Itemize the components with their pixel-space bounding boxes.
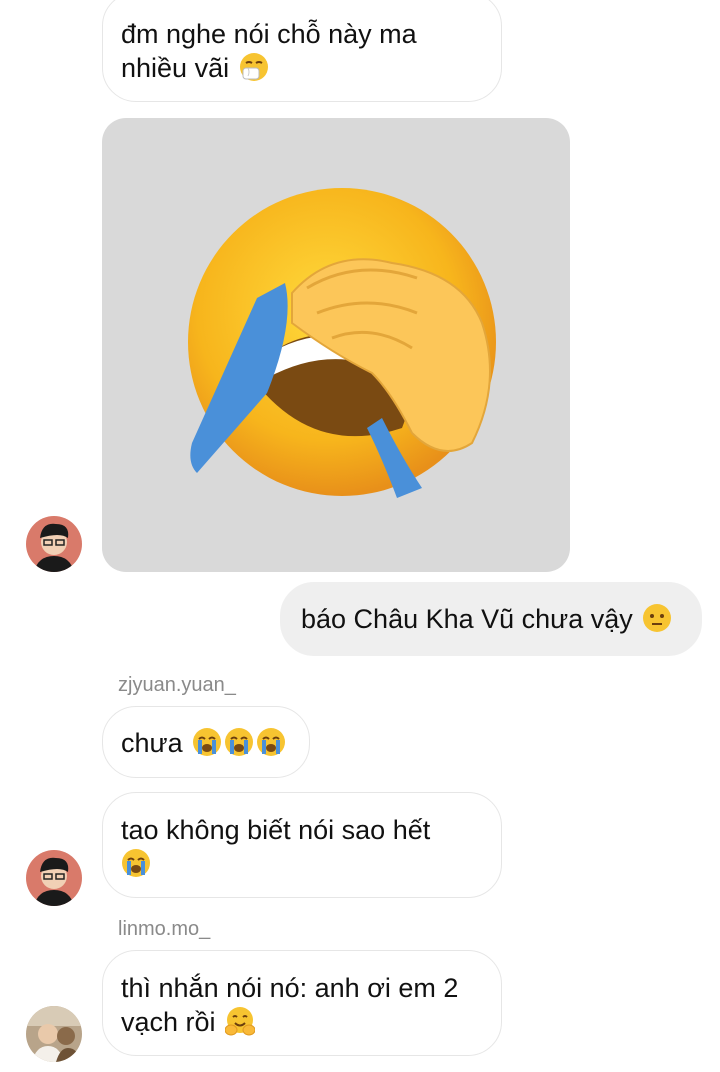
crying-face-icon xyxy=(225,728,254,756)
profile-photo-icon xyxy=(26,516,82,572)
sender-name: linmo.mo_ xyxy=(118,918,211,940)
message-text: thì nhắn nói nó: anh ơi em 2 xyxy=(121,973,459,1003)
avatar[interactable] xyxy=(26,1006,82,1062)
sneezing-face-icon xyxy=(239,53,268,81)
hugging-face-icon xyxy=(225,1007,256,1036)
message-text: tao không biết nói sao hết xyxy=(121,815,431,845)
avatar[interactable] xyxy=(26,516,82,572)
crying-face-icon xyxy=(257,728,286,756)
message-text-line xyxy=(121,847,483,881)
confused-face-icon xyxy=(643,604,672,632)
image-message[interactable] xyxy=(102,118,570,572)
sender-name: zjyuan.yuan_ xyxy=(118,674,236,696)
profile-photo-icon xyxy=(26,1006,82,1062)
message-text: nhiều vãi xyxy=(121,53,230,83)
message-text: chưa xyxy=(121,728,183,758)
message-bubble-outgoing[interactable]: báo Châu Kha Vũ chưa vậy xyxy=(280,582,702,656)
message-text: đm nghe nói chỗ này ma xyxy=(121,19,417,49)
avatar[interactable] xyxy=(26,850,82,906)
message-text: vạch rồi xyxy=(121,1007,216,1037)
emoji-group xyxy=(190,728,286,758)
message-text-line: nhiều vãi xyxy=(121,51,483,85)
message-text: báo Châu Kha Vũ chưa vậy xyxy=(301,604,633,634)
profile-photo-icon xyxy=(26,850,82,906)
message-bubble-incoming[interactable]: chưa xyxy=(102,706,310,778)
crying-face-icon xyxy=(193,728,222,756)
message-bubble-incoming[interactable]: tao không biết nói sao hết xyxy=(102,792,502,898)
crying-face-icon xyxy=(122,849,150,877)
message-text-line: vạch rồi xyxy=(121,1005,483,1039)
facepalm-crying-emoji-image xyxy=(188,188,496,498)
message-bubble-incoming[interactable]: đm nghe nói chỗ này ma nhiều vãi xyxy=(102,0,502,102)
message-bubble-incoming[interactable]: thì nhắn nói nó: anh ơi em 2 vạch rồi xyxy=(102,950,502,1056)
